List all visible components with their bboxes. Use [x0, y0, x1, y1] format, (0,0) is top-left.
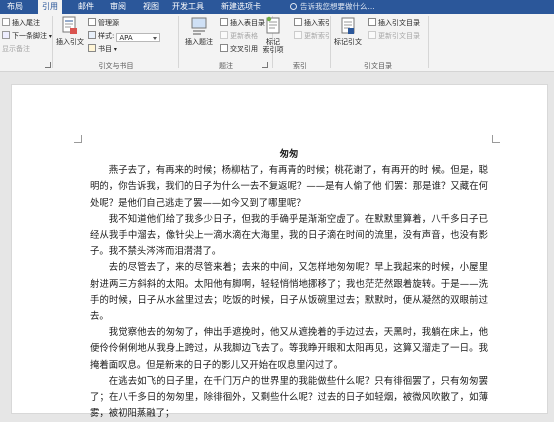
manage-sources-button[interactable]: 管理源	[88, 18, 119, 28]
show-notes-button[interactable]: 显示备注	[2, 44, 30, 54]
mark-entry-icon	[266, 16, 280, 34]
group-label-citations: 引文与书目	[98, 62, 134, 70]
tell-me-box[interactable]: 告诉我您想要做什么...	[290, 1, 375, 13]
group-separator	[428, 16, 429, 68]
paragraph: 我觉察他去的匆匆了，伸出手遮挽时，他又从遮挽着的手边过去，天黑时，我躺在床上，他…	[90, 327, 488, 371]
tab-new[interactable]: 新建选项卡	[217, 0, 265, 14]
next-footnote-button[interactable]: 下一条脚注 ▾	[2, 31, 52, 41]
group-label-toa: 引文目录	[364, 62, 392, 70]
refresh-icon	[368, 31, 376, 39]
insert-index-button[interactable]: 插入索引	[294, 18, 332, 28]
refresh-icon	[294, 31, 302, 39]
manage-sources-icon	[88, 18, 96, 26]
group-label-index: 索引	[293, 62, 307, 70]
insert-index-icon	[294, 18, 302, 26]
endnote-icon	[2, 18, 10, 26]
footnote-dialog-launcher[interactable]	[45, 62, 51, 68]
tab-references[interactable]: 引用	[38, 0, 62, 14]
paragraph: 去的尽管去了，来的尽管来着；去来的中间，又怎样地匆匆呢？早上我起来的时候，小屋里…	[90, 262, 488, 323]
tell-me-text: 告诉我您想要做什么...	[300, 2, 375, 11]
tab-layout[interactable]: 布局	[3, 0, 27, 14]
document-area: 匆匆 燕子去了，有再来的时候；杨柳枯了，有再青的时候；桃花谢了，有再开的时 候。…	[0, 73, 554, 419]
table-of-figures-icon	[220, 18, 228, 26]
update-toa-button[interactable]: 更新引文目录	[368, 31, 420, 41]
refresh-icon	[220, 31, 228, 39]
group-separator	[52, 16, 53, 68]
update-index-button[interactable]: 更新索引	[294, 31, 332, 41]
captions-dialog-launcher	[262, 62, 268, 68]
corner-mark-top-right	[492, 135, 500, 143]
tab-review[interactable]: 审阅	[106, 0, 130, 14]
chevron-down-icon	[153, 37, 158, 40]
tab-view[interactable]: 视图	[139, 0, 163, 14]
corner-mark-top-left	[74, 135, 82, 143]
style-icon	[88, 31, 96, 39]
insert-citation-button[interactable]: 插入引文	[54, 16, 86, 46]
insert-caption-icon	[191, 17, 207, 35]
paragraph: 在逃去如飞的日子里，在千门万户的世界里的我能做些什么呢？只有徘徊罢了，只有匆匆罢…	[90, 375, 488, 420]
insert-toa-button[interactable]: 插入引文目录	[368, 18, 420, 28]
group-label-captions: 题注	[219, 62, 233, 70]
style-dropdown[interactable]: APA	[116, 33, 161, 42]
paragraph: 燕子去了，有再来的时候；杨柳枯了，有再青的时候；桃花谢了，有再开的时 候。但是，…	[90, 165, 488, 209]
insert-toa-icon	[368, 18, 376, 26]
mark-citation-icon	[341, 17, 355, 34]
cross-reference-icon	[220, 44, 228, 52]
tab-developer[interactable]: 开发工具	[168, 0, 208, 14]
style-selector[interactable]: 样式: APA	[88, 31, 161, 42]
bibliography-button[interactable]: 书目 ▾	[88, 44, 117, 54]
document-body[interactable]: 匆匆 燕子去了，有再来的时候；杨柳枯了，有再青的时候；桃花谢了，有再开的时 候。…	[90, 147, 488, 422]
lightbulb-icon	[290, 3, 297, 10]
next-footnote-icon	[2, 31, 10, 39]
insert-citation-icon	[62, 16, 77, 34]
document-title: 匆匆	[279, 149, 299, 160]
group-separator	[178, 16, 179, 68]
bibliography-icon	[88, 44, 96, 52]
insert-endnote-button[interactable]: 插入尾注	[2, 18, 40, 28]
paragraph: 我不知道他们给了我多少日子，但我的手确乎是渐渐空虚了。在默默里算着，八千多日子已…	[90, 213, 488, 258]
mark-citation-button[interactable]: 标记引文	[331, 16, 365, 46]
tab-mailings[interactable]: 邮件	[74, 0, 98, 14]
ribbon: 插入尾注 下一条脚注 ▾ 显示备注 插入引文 管理源 样式: APA 书目 ▾ 引…	[0, 14, 554, 72]
insert-caption-button[interactable]: 插入题注	[182, 16, 216, 46]
ribbon-tab-bar: 布局 引用 邮件 审阅 视图 开发工具 新建选项卡 告诉我您想要做什么...	[0, 0, 554, 14]
mark-entry-button[interactable]: 标记 索引项	[253, 16, 293, 54]
document-page[interactable]: 匆匆 燕子去了，有再来的时候；杨柳枯了，有再青的时候；桃花谢了，有再开的时 候。…	[11, 84, 548, 419]
